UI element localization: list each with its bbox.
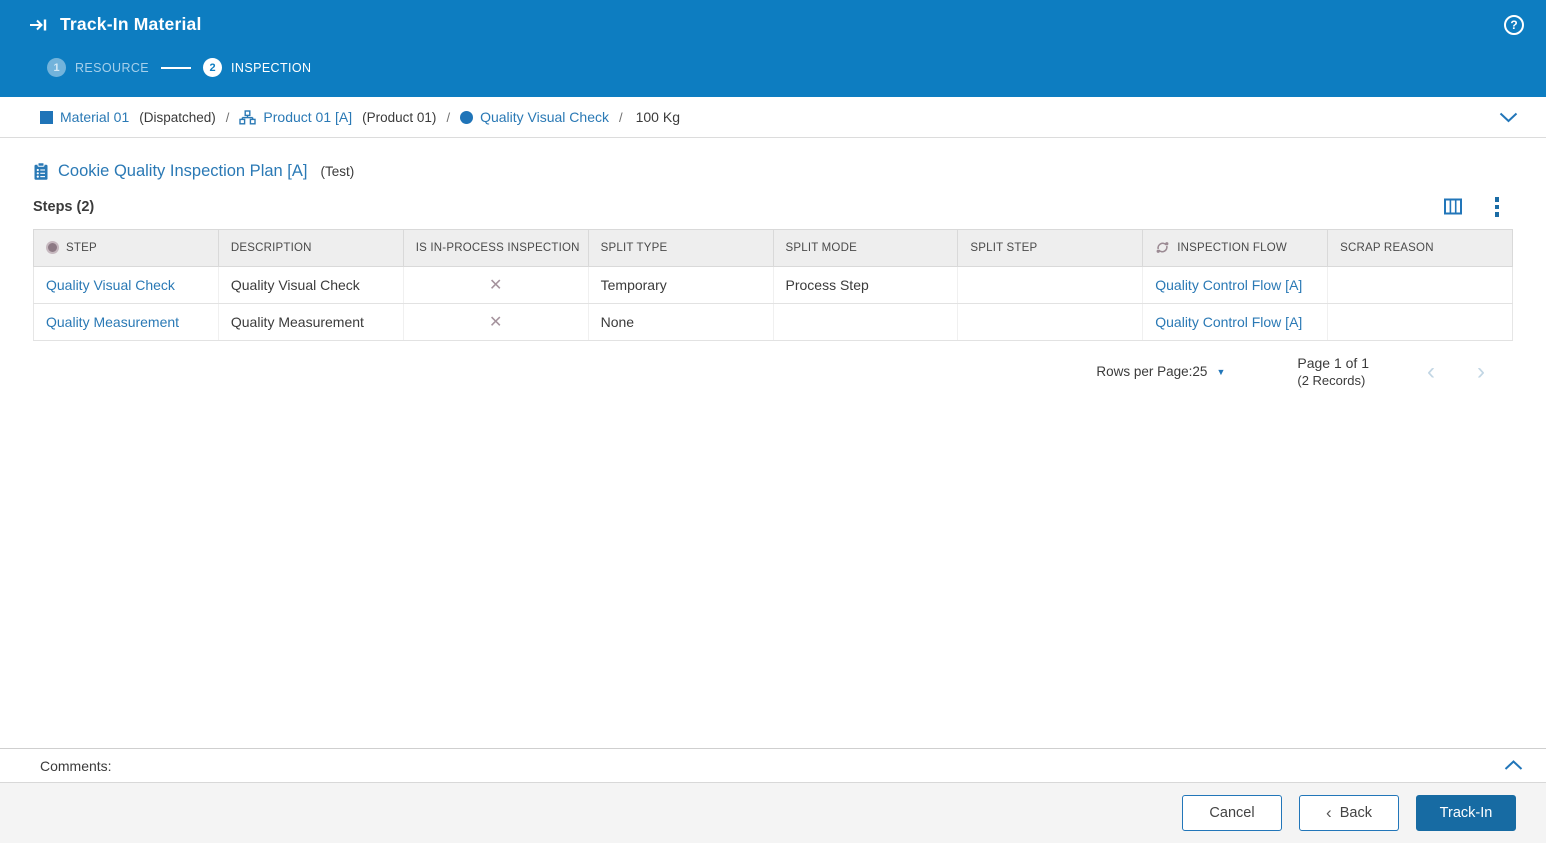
material-state: (Dispatched) bbox=[139, 109, 216, 125]
column-header-split-type: SPLIT TYPE bbox=[587, 228, 774, 267]
column-header-split-mode: SPLIT MODE bbox=[772, 228, 959, 267]
breadcrumb-separator: / bbox=[225, 109, 230, 125]
grid-tools bbox=[1443, 197, 1514, 217]
quantity-value: 100 Kg bbox=[635, 109, 680, 125]
footer-actions: Cancel ‹ Back Track-In bbox=[0, 782, 1546, 843]
help-glyph: ? bbox=[1510, 18, 1518, 32]
column-header-inspection-flow: INSPECTION FLOW bbox=[1142, 228, 1329, 267]
plan-header: Cookie Quality Inspection Plan [A] (Test… bbox=[33, 162, 1513, 181]
wizard-step-2-label: INSPECTION bbox=[231, 60, 312, 75]
app-header: Track-In Material ? 1 RESOURCE 2 INSPECT… bbox=[0, 0, 1546, 97]
prev-page-icon[interactable]: ‹ bbox=[1427, 359, 1435, 384]
table-header-row: STEP DESCRIPTION IS IN-PROCESS INSPECTIO… bbox=[33, 228, 1513, 267]
inspection-flow-link-cell[interactable]: Quality Control Flow [A] bbox=[1155, 277, 1302, 293]
back-chevron-icon: ‹ bbox=[1326, 803, 1332, 822]
material-link[interactable]: Material 01 bbox=[60, 109, 129, 125]
step-link-cell[interactable]: Quality Visual Check bbox=[46, 277, 175, 293]
breadcrumb-separator: / bbox=[446, 109, 451, 125]
chevron-down-icon[interactable] bbox=[1495, 108, 1522, 127]
product-note: (Product 01) bbox=[362, 109, 437, 125]
back-label: Back bbox=[1339, 805, 1372, 821]
column-header-is-in-process-inspection: IS IN-PROCESS INSPECTION bbox=[402, 228, 589, 267]
rows-per-page-dropdown[interactable]: Rows per Page: 25 ▼ bbox=[1096, 364, 1225, 379]
kebab-menu-icon[interactable] bbox=[1493, 197, 1502, 217]
description-cell: Quality Measurement bbox=[217, 303, 404, 341]
product-link[interactable]: Product 01 [A] bbox=[263, 109, 352, 125]
breadcrumb: Material 01 (Dispatched) / Product 01 [A… bbox=[0, 97, 1546, 138]
steps-toolbar: Steps (2) bbox=[33, 197, 1513, 217]
caret-down-icon: ▼ bbox=[1216, 366, 1226, 377]
false-x-icon: ✕ bbox=[488, 276, 503, 294]
titlebar: Track-In Material bbox=[0, 0, 1546, 35]
inspection-plan-revision: (Test) bbox=[320, 164, 355, 179]
column-header-step: STEP bbox=[33, 228, 219, 267]
inspection-plan-link[interactable]: Cookie Quality Inspection Plan [A] bbox=[58, 162, 307, 181]
inspection-plan-icon bbox=[33, 162, 49, 181]
table-row: Quality Visual Check Quality Visual Chec… bbox=[33, 266, 1513, 304]
cancel-label: Cancel bbox=[1209, 805, 1255, 821]
page-info: Page 1 of 1 bbox=[1297, 354, 1369, 371]
comments-expander[interactable]: Comments: bbox=[0, 748, 1546, 782]
chevron-up-icon[interactable] bbox=[1501, 757, 1526, 774]
breadcrumb-product: Product 01 [A] (Product 01) bbox=[239, 109, 436, 125]
track-in-icon bbox=[28, 16, 49, 34]
column-chooser-icon[interactable] bbox=[1443, 197, 1463, 216]
false-x-icon: ✕ bbox=[488, 313, 503, 331]
step-dot-icon bbox=[46, 241, 59, 254]
column-header-scrap-reason: SCRAP REASON bbox=[1327, 228, 1513, 267]
inspection-steps-table: STEP DESCRIPTION IS IN-PROCESS INSPECTIO… bbox=[33, 228, 1513, 341]
records-info: (2 Records) bbox=[1297, 373, 1366, 389]
pagination: Rows per Page: 25 ▼ Page 1 of 1 (2 Record… bbox=[33, 354, 1513, 390]
scrap-reason-cell bbox=[1327, 303, 1513, 341]
split-mode-cell: Process Step bbox=[772, 266, 959, 304]
wizard-step-1-circle: 1 bbox=[47, 58, 66, 77]
main-content: Cookie Quality Inspection Plan [A] (Test… bbox=[0, 138, 1546, 748]
column-header-description: DESCRIPTION bbox=[217, 228, 404, 267]
wizard-step-1-label: RESOURCE bbox=[75, 60, 150, 75]
back-button[interactable]: ‹ Back bbox=[1299, 795, 1399, 831]
wizard-steps: 1 RESOURCE 2 INSPECTION bbox=[47, 58, 1546, 77]
page-info-block: Page 1 of 1 (2 Records) bbox=[1297, 354, 1369, 390]
table-row: Quality Measurement Quality Measurement … bbox=[33, 303, 1513, 341]
wizard-connector bbox=[161, 66, 192, 69]
split-type-cell: Temporary bbox=[587, 266, 774, 304]
product-hierarchy-icon bbox=[239, 109, 257, 125]
description-cell: Quality Visual Check bbox=[217, 266, 404, 304]
step-link[interactable]: Quality Visual Check bbox=[480, 109, 609, 125]
help-icon[interactable]: ? bbox=[1504, 15, 1524, 35]
step-circle-icon bbox=[460, 110, 474, 124]
wizard-step-resource[interactable]: 1 RESOURCE bbox=[47, 58, 149, 77]
breadcrumb-step: Quality Visual Check bbox=[460, 109, 609, 125]
track-in-button[interactable]: Track-In bbox=[1416, 795, 1516, 831]
step-link-cell[interactable]: Quality Measurement bbox=[46, 314, 179, 330]
flow-icon bbox=[1155, 240, 1170, 255]
cancel-button[interactable]: Cancel bbox=[1182, 795, 1282, 831]
split-step-cell bbox=[957, 266, 1144, 304]
steps-count-label: Steps (2) bbox=[33, 198, 95, 215]
breadcrumb-separator: / bbox=[618, 109, 623, 125]
page-title: Track-In Material bbox=[60, 14, 202, 34]
inspection-flow-link-cell[interactable]: Quality Control Flow [A] bbox=[1155, 314, 1302, 330]
rows-per-page-value: 25 bbox=[1192, 364, 1208, 380]
wizard-step-2-circle: 2 bbox=[203, 58, 223, 77]
track-in-label: Track-In bbox=[1439, 805, 1493, 821]
next-page-icon[interactable]: › bbox=[1477, 359, 1485, 384]
column-header-split-step: SPLIT STEP bbox=[957, 228, 1144, 267]
split-mode-cell bbox=[772, 303, 959, 341]
split-step-cell bbox=[957, 303, 1144, 341]
comments-label: Comments: bbox=[40, 757, 112, 774]
material-square-icon bbox=[40, 110, 53, 124]
scrap-reason-cell bbox=[1327, 266, 1513, 304]
breadcrumb-material: Material 01 (Dispatched) bbox=[40, 109, 216, 125]
rows-per-page-label: Rows per Page: bbox=[1096, 364, 1193, 380]
split-type-cell: None bbox=[587, 303, 774, 341]
wizard-step-inspection[interactable]: 2 INSPECTION bbox=[203, 58, 311, 77]
